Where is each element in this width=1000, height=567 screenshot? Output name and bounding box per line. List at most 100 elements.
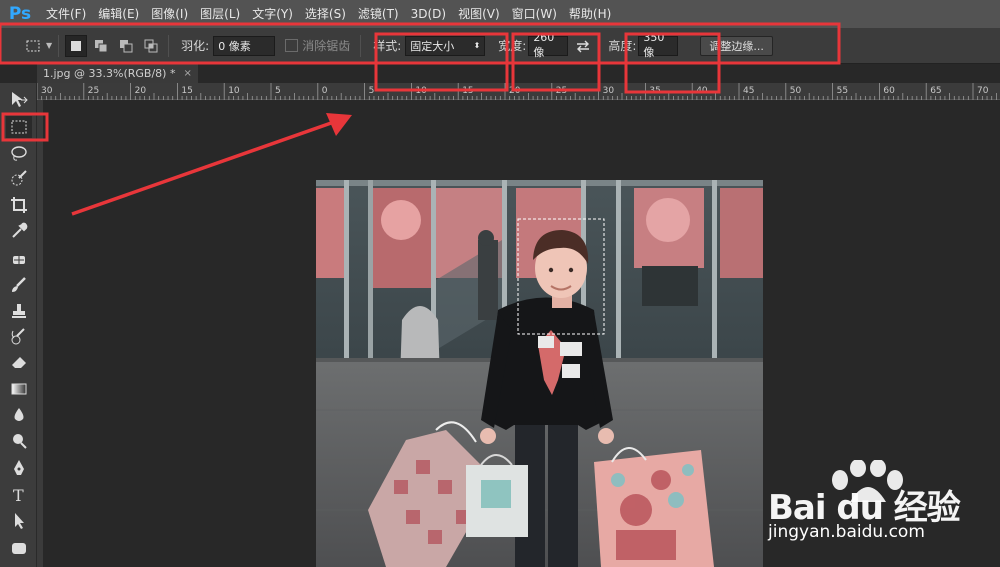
tool-button[interactable] (6, 537, 32, 559)
tool-button[interactable] (6, 457, 32, 479)
photoshop-window: Ps 文件(F) 编辑(E) 图像(I) 图层(L) 文字(Y) 选择(S) 滤镜(T) 3D… (0, 0, 1000, 567)
new-selection-button[interactable] (65, 34, 88, 57)
crop-tool-icon (11, 197, 27, 213)
style-select[interactable]: 固定大小 ⬍ (405, 35, 486, 56)
shape-tool-icon (12, 543, 26, 554)
swap-icon (577, 40, 590, 52)
ruler-label: 5 (369, 86, 375, 96)
eraser-tool-icon (12, 357, 26, 368)
width-input[interactable]: 260 像 (528, 31, 569, 59)
ruler-label: 10 (415, 86, 427, 96)
clone-stamp-tool-icon (12, 304, 26, 318)
tool-button[interactable] (6, 143, 32, 165)
quick-select-tool-icon (11, 170, 27, 186)
style-select-value: 固定大小 (410, 39, 455, 53)
divider (168, 34, 170, 57)
menu-item[interactable]: 选择(S) (299, 0, 352, 28)
feather-label: 羽化: (181, 39, 210, 53)
add-selection-icon (95, 39, 108, 52)
tool-button[interactable]: T (6, 484, 32, 506)
watermark-url: jingyan.baidu.com (768, 522, 925, 542)
tool-button[interactable] (6, 220, 32, 242)
ruler-label: 65 (930, 86, 941, 96)
ruler-ticks: 30 25 20 15 10 5 0 5 10 15 20 25 30 35 40 45 50 55 60 65 70 (36, 83, 997, 100)
ruler-label: 45 (743, 86, 754, 96)
tool-button[interactable] (6, 249, 32, 271)
document-tab[interactable]: 1.jpg @ 33.3%(RGB/8) * × (37, 64, 198, 83)
svg-text:T: T (13, 486, 24, 505)
selection-mode-group (65, 34, 162, 57)
tool-button[interactable] (6, 378, 32, 400)
antialias-option[interactable]: 消除锯齿 (285, 37, 350, 54)
menu-item[interactable]: 滤镜(T) (352, 0, 405, 28)
rect-marquee-preset-icon (22, 35, 44, 57)
tool-button[interactable] (6, 430, 32, 452)
move-tool-icon (12, 92, 28, 107)
feather-input[interactable]: 0 像素 (213, 35, 276, 56)
tool-button[interactable] (6, 274, 32, 296)
updown-arrow-icon: ⬍ (473, 41, 481, 50)
intersect-selection-button[interactable] (140, 35, 162, 57)
history-brush-tool-icon (11, 328, 25, 345)
document-image[interactable] (316, 180, 763, 567)
menu-item[interactable]: 视图(V) (452, 0, 506, 28)
ruler-label: 10 (228, 86, 240, 96)
blur-tool-icon (14, 408, 24, 421)
refine-edge-button[interactable]: 调整边缘... (700, 35, 773, 56)
ruler-label: 15 (181, 86, 192, 96)
document-tab-bar: 1.jpg @ 33.3%(RGB/8) * × (0, 64, 1000, 83)
rect-marquee-tool-icon (11, 120, 27, 134)
menu-item[interactable]: 编辑(E) (92, 0, 145, 28)
ruler-label: 25 (556, 86, 567, 96)
brush-tool-icon (12, 277, 26, 292)
options-bar: ▼ 羽化: 0 像素 消除锯齿 样式: 固定大小 ⬍ 宽度: 260 像 高度:… (0, 28, 1000, 64)
pen-tool-icon (14, 460, 24, 475)
ruler-label: 0 (322, 86, 328, 96)
ruler-label: 30 (41, 86, 53, 96)
antialias-checkbox[interactable] (285, 39, 299, 52)
ruler-label: 35 (649, 86, 660, 96)
toolbox: ▸▸ T (0, 64, 37, 567)
ruler-label: 15 (462, 86, 473, 96)
height-input[interactable]: 350 像 (638, 31, 679, 59)
tool-button[interactable] (6, 404, 32, 426)
healing-brush-tool-icon (13, 254, 25, 266)
menu-item[interactable]: 窗口(W) (506, 0, 563, 28)
ruler-label: 30 (603, 86, 615, 96)
document-tab-title: 1.jpg @ 33.3%(RGB/8) * (43, 67, 176, 80)
tool-button[interactable] (6, 351, 32, 373)
style-label: 样式: (373, 39, 402, 53)
watermark: Bai du 经验 jingyan.baidu.com (768, 460, 1000, 560)
horizontal-ruler[interactable]: 30 25 20 15 10 5 0 5 10 15 20 25 30 35 40 45 50 55 60 65 70 (36, 83, 1000, 100)
tool-button[interactable] (6, 116, 32, 138)
tool-button[interactable] (6, 510, 32, 532)
menu-item[interactable]: 文字(Y) (246, 0, 299, 28)
close-icon[interactable]: × (183, 68, 191, 79)
ruler-label: 20 (509, 86, 521, 96)
menu-item[interactable]: 帮助(H) (563, 0, 617, 28)
menu-item[interactable]: 图层(L) (194, 0, 246, 28)
swap-width-height-button[interactable] (574, 37, 592, 55)
menu-item[interactable]: 3D(D) (405, 0, 452, 28)
photo-boy-with-shopping-bags (316, 180, 763, 567)
tool-button[interactable] (6, 300, 32, 322)
tool-button[interactable] (6, 88, 32, 110)
type-tool-icon: T (13, 486, 24, 505)
tool-button[interactable] (6, 168, 32, 190)
app-logo: Ps (8, 4, 32, 24)
add-selection-button[interactable] (90, 35, 112, 57)
eyedropper-tool-icon (12, 222, 28, 238)
height-label: 高度: (608, 39, 637, 53)
vertical-ruler[interactable] (37, 100, 43, 567)
ruler-label: 60 (883, 86, 895, 96)
chevron-down-icon: ▼ (46, 41, 53, 50)
lasso-tool-icon (11, 146, 27, 161)
tool-preset-picker[interactable]: ▼ (22, 35, 52, 57)
tool-button[interactable] (6, 194, 32, 216)
ruler-label: 20 (135, 86, 147, 96)
subtract-selection-button[interactable] (115, 35, 137, 57)
subtract-selection-icon (120, 39, 133, 52)
tool-button[interactable] (6, 325, 32, 347)
menu-item[interactable]: 文件(F) (40, 0, 92, 28)
menu-item[interactable]: 图像(I) (145, 0, 194, 28)
